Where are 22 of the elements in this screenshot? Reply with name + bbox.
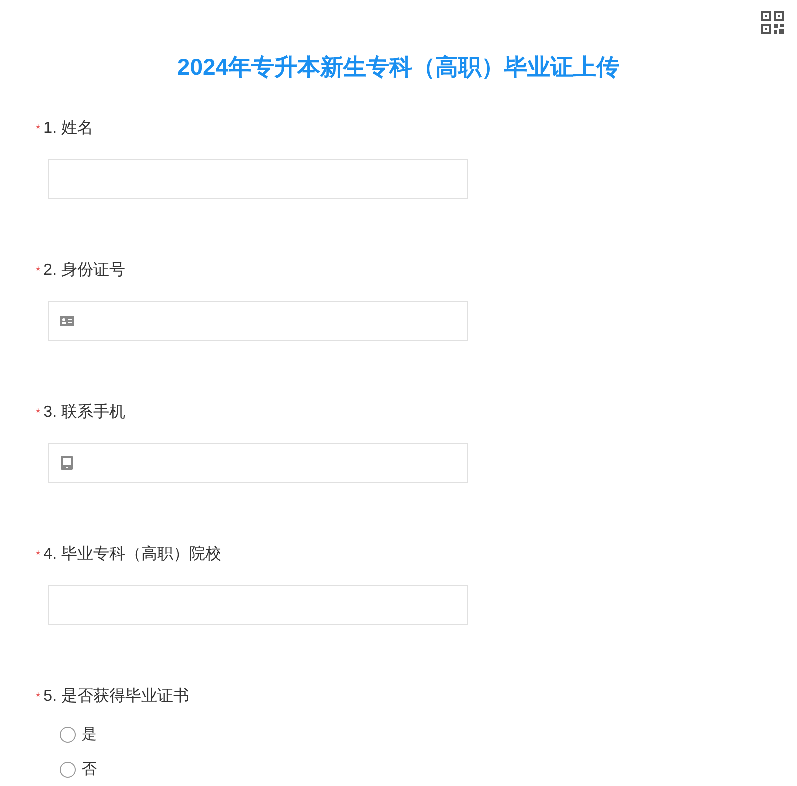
id-card-icon: [59, 313, 75, 329]
input-field[interactable]: [48, 585, 468, 625]
required-mark: *: [36, 689, 41, 706]
qr-code-icon[interactable]: [760, 10, 785, 35]
radio-button[interactable]: [60, 726, 76, 742]
question-label: 4. 毕业专科（高职）院校: [44, 544, 222, 565]
input-field[interactable]: [48, 301, 468, 341]
form-title: 2024年专升本新生专科（高职）毕业证上传: [177, 53, 620, 82]
required-mark: *: [36, 547, 41, 564]
required-mark: *: [36, 263, 41, 280]
radio-option[interactable]: 是: [60, 725, 797, 744]
input-field[interactable]: [48, 159, 468, 199]
required-mark: *: [36, 121, 41, 138]
input-field[interactable]: [48, 443, 468, 483]
required-mark: *: [36, 405, 41, 422]
question-label: 5. 是否获得毕业证书: [44, 686, 190, 707]
radio-option[interactable]: 否: [60, 760, 797, 779]
radio-button[interactable]: [60, 762, 76, 778]
phone-icon: [59, 455, 75, 471]
question-label: 2. 身份证号: [44, 261, 126, 281]
question-label: 1. 姓名: [44, 119, 94, 139]
question-label: 3. 联系手机: [44, 402, 126, 423]
